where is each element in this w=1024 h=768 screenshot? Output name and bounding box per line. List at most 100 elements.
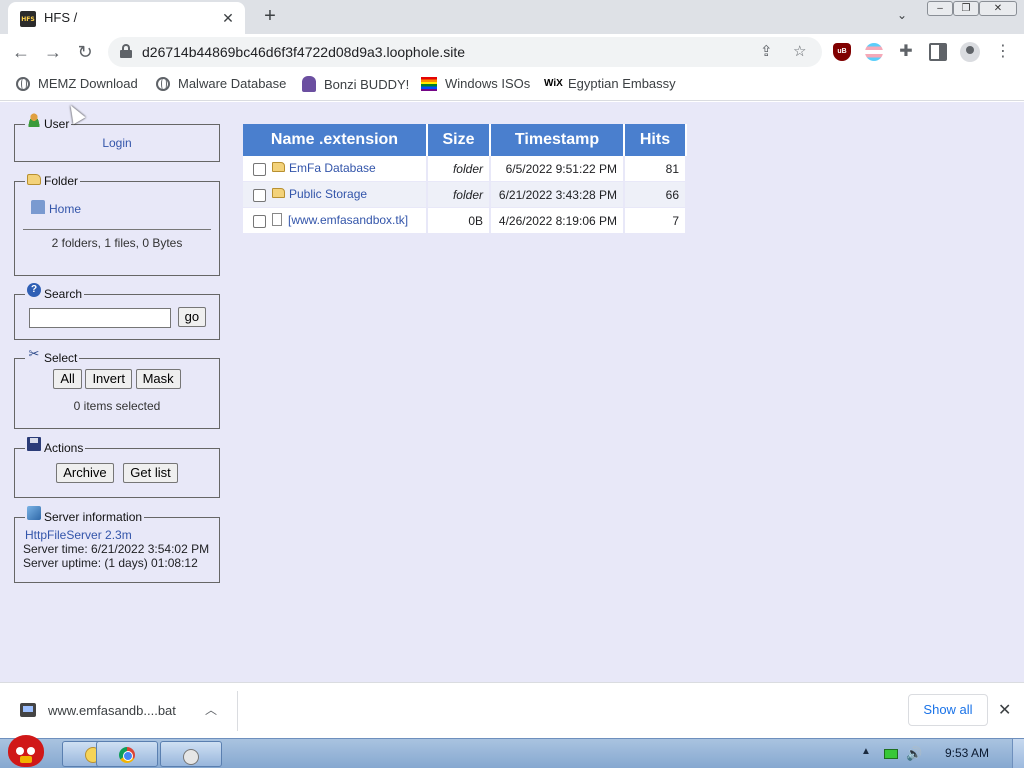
bookmark-label: Windows ISOs [445, 76, 531, 91]
home-link[interactable]: Home [49, 202, 81, 216]
batch-file-icon [20, 703, 36, 717]
back-icon[interactable]: ← [10, 41, 32, 63]
user-legend: User [44, 117, 70, 131]
bookmark-label: Malware Database [178, 76, 287, 91]
folder-open-icon [27, 173, 41, 185]
bookmark-label: Bonzi BUDDY! [324, 76, 410, 92]
close-tab-icon[interactable]: ✕ [219, 9, 237, 27]
folder-summary: 2 folders, 1 files, 0 Bytes [23, 229, 211, 250]
file-timestamp: 4/26/2022 8:19:06 PM [491, 208, 625, 234]
bonzi-icon [302, 76, 316, 92]
file-link[interactable]: [www.emfasandbox.tk] [288, 213, 408, 227]
server-legend: Server information [44, 510, 143, 524]
search-panel: ? Search go [14, 283, 220, 340]
mask-button[interactable]: Mask [135, 369, 181, 389]
ublock-icon[interactable]: uB [833, 43, 851, 61]
restore-icon[interactable]: ❐ [953, 1, 979, 16]
show-desktop-button[interactable] [1012, 739, 1024, 768]
download-filename[interactable]: www.emfasandb....bat [48, 703, 176, 718]
kebab-menu-icon[interactable]: ⋮ [994, 43, 1012, 61]
show-hidden-icons-icon[interactable]: ▲ [861, 746, 871, 757]
browser-tab[interactable]: HFS HFS / ✕ [8, 2, 245, 34]
bookmark-malware-database[interactable]: Malware Database [156, 76, 286, 91]
file-size: folder [428, 182, 491, 208]
row-checkbox[interactable] [253, 162, 266, 176]
file-link[interactable]: EmFa Database [289, 161, 376, 175]
bookmark-egyptian-embassy[interactable]: WiX Egyptian Embassy [544, 76, 676, 91]
file-link[interactable]: Public Storage [289, 187, 367, 201]
selection-status: 0 items selected [73, 399, 161, 413]
row-checkbox[interactable] [253, 188, 266, 202]
bookmark-memz[interactable]: MEMZ Download [16, 76, 138, 91]
new-tab-icon[interactable]: + [259, 6, 281, 28]
address-bar[interactable]: d26714b44869bc46d6f3f4722d08d9a3.loophol… [108, 37, 822, 67]
archive-button[interactable]: Archive [56, 463, 114, 483]
bookmark-label: MEMZ Download [38, 76, 138, 91]
extensions-puzzle-icon[interactable]: ✚ [897, 43, 915, 61]
bookmark-star-icon[interactable]: ☆ [793, 42, 806, 60]
battery-icon[interactable] [884, 749, 898, 759]
taskbar-clock[interactable]: 9:53 AM [945, 746, 989, 760]
user-icon [27, 113, 41, 127]
tab-strip: HFS HFS / ✕ + ⌄ – ❐ ✕ [0, 0, 1024, 34]
hfs-version-link[interactable]: HttpFileServer 2.3m [23, 528, 211, 542]
row-checkbox[interactable] [253, 214, 266, 228]
scissors-icon: ✂ [28, 346, 40, 361]
folder-icon [272, 162, 285, 173]
trans-flag-extension-icon[interactable] [865, 43, 883, 61]
bookmark-bonzi-buddy[interactable]: Bonzi BUDDY! [302, 76, 409, 92]
chrome-icon [119, 747, 135, 763]
lock-icon[interactable] [120, 44, 132, 58]
actions-legend: Actions [44, 441, 84, 455]
file-icon [272, 213, 282, 227]
taskbar-chrome[interactable] [96, 741, 158, 767]
get-list-button[interactable]: Get list [123, 463, 178, 483]
hfs-page: User Login Folder Home 2 folders, 1 file… [0, 102, 1024, 682]
reload-icon[interactable]: ↻ [74, 41, 96, 63]
show-all-downloads-button[interactable]: Show all [908, 694, 988, 726]
window-close-icon[interactable]: ✕ [979, 1, 1017, 16]
tab-search-chevron-icon[interactable]: ⌄ [897, 8, 907, 22]
hfs-icon: HFS [20, 11, 36, 27]
select-all-button[interactable]: All [53, 369, 82, 389]
bookmark-windows-isos[interactable]: Windows ISOs [421, 76, 530, 91]
column-header-size[interactable]: Size [428, 124, 491, 156]
rainbow-flag-icon [421, 76, 437, 91]
floppy-disk-icon [27, 437, 41, 451]
url-text[interactable]: d26714b44869bc46d6f3f4722d08d9a3.loophol… [142, 44, 465, 60]
globe-icon [156, 76, 170, 91]
search-go-button[interactable]: go [177, 307, 207, 327]
side-panel-icon[interactable] [929, 43, 947, 61]
table-row: [www.emfasandbox.tk] 0B 4/26/2022 8:19:0… [243, 208, 687, 234]
column-header-name[interactable]: Name .extension [243, 124, 428, 156]
chevron-up-icon[interactable]: ︿ [205, 701, 217, 718]
minimize-icon[interactable]: – [927, 1, 953, 16]
close-shelf-icon[interactable]: ✕ [998, 700, 1011, 720]
file-hits: 81 [625, 156, 687, 182]
column-header-timestamp[interactable]: Timestamp [491, 124, 625, 156]
column-header-hits[interactable]: Hits [625, 124, 687, 156]
search-input[interactable] [29, 307, 171, 328]
share-icon[interactable]: ⇪ [760, 42, 773, 60]
globe-icon [16, 76, 30, 91]
taskbar-mouse-app[interactable] [160, 741, 222, 767]
divider [237, 691, 238, 731]
file-timestamp: 6/5/2022 9:51:22 PM [491, 156, 625, 182]
bookmarks-bar: MEMZ Download Malware Database Bonzi BUD… [0, 70, 1024, 101]
file-hits: 66 [625, 182, 687, 208]
folder-legend: Folder [44, 174, 79, 188]
windows-taskbar: ▲ 🔊 9:53 AM [0, 735, 1024, 768]
home-icon [31, 200, 45, 214]
user-panel: User Login [14, 113, 220, 162]
start-button-angry-bird-icon[interactable] [2, 731, 50, 768]
profile-avatar-icon[interactable] [960, 42, 980, 62]
login-link[interactable]: Login [102, 136, 131, 150]
file-size: 0B [428, 208, 491, 234]
mouse-icon [183, 749, 199, 765]
volume-icon[interactable]: 🔊 [906, 746, 922, 762]
invert-selection-button[interactable]: Invert [85, 369, 132, 389]
file-hits: 7 [625, 208, 687, 234]
forward-icon[interactable]: → [42, 41, 64, 63]
folder-icon [272, 188, 285, 199]
table-row: EmFa Database folder 6/5/2022 9:51:22 PM… [243, 156, 687, 182]
